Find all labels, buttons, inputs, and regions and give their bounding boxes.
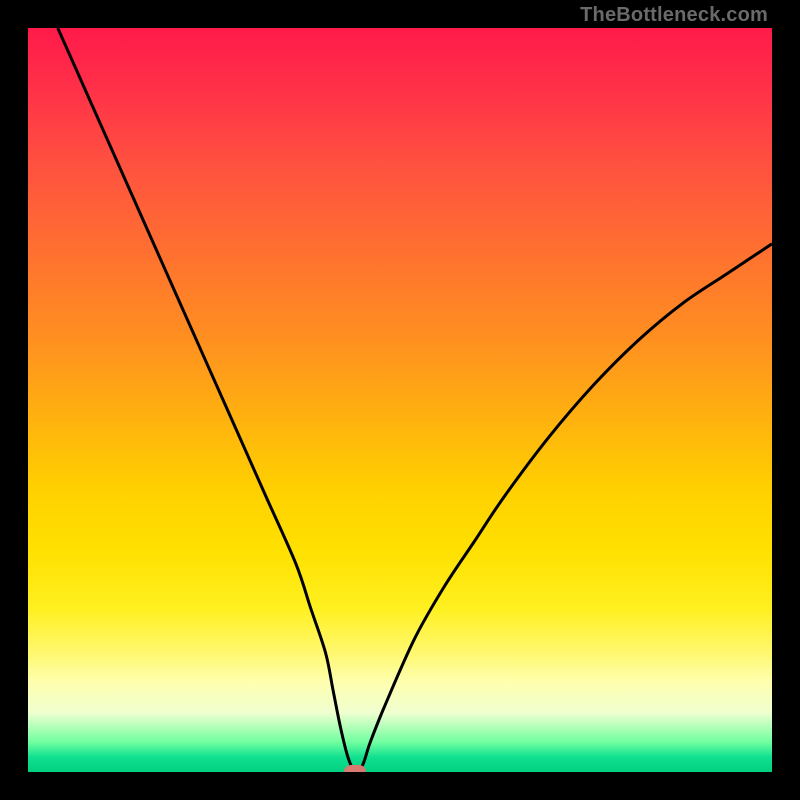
bottleneck-curve [28,28,772,772]
watermark-text: TheBottleneck.com [580,4,768,27]
plot-area [28,28,772,772]
chart-frame: TheBottleneck.com [0,0,800,800]
optimal-point-marker [344,765,366,772]
